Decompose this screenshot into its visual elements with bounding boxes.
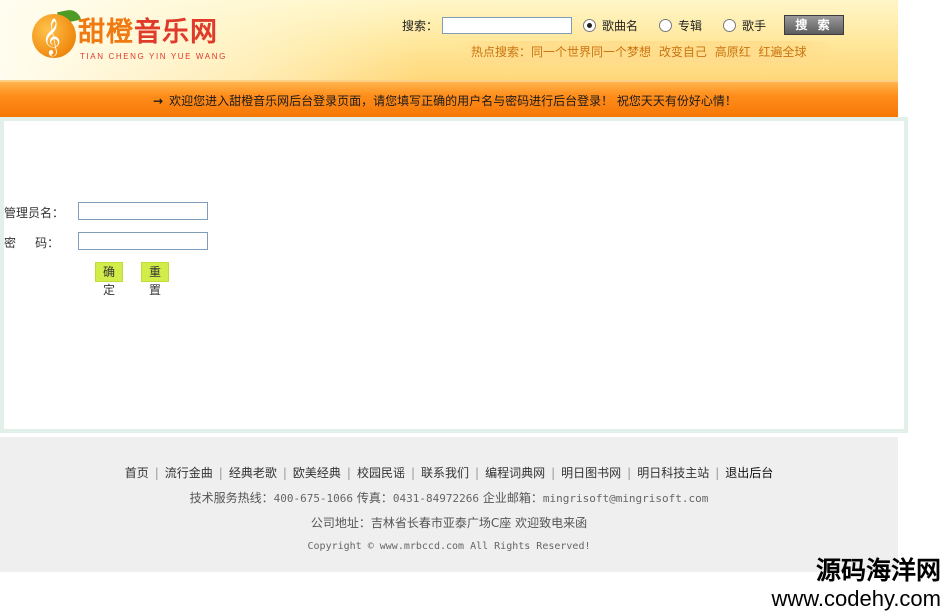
hot-search: 热点搜索：同一个世界同一个梦想 改变自己 高原红 红遍全球	[456, 41, 836, 63]
email-link[interactable]: mingrisoft@mingrisoft.com	[543, 492, 709, 505]
search-bar: 搜索： 歌曲名 专辑 歌手	[402, 15, 766, 35]
footer-link-logout[interactable]: 退出后台	[725, 466, 773, 480]
radio-singer-label: 歌手	[742, 18, 767, 33]
copyright-line: Copyright © www.mrbccd.com All Rights Re…	[307, 541, 591, 552]
footer-link-books[interactable]: 明日图书网	[561, 466, 621, 480]
hot-link-1[interactable]: 同一个世界同一个梦想	[531, 45, 651, 59]
footer-nav: 首页 | 流行金曲 | 经典老歌 | 欧美经典 | 校园民谣 | 联系我们 | 编程词典网 | 明日图书网 |…	[124, 466, 774, 480]
radio-album[interactable]	[659, 18, 673, 32]
logo-pinyin: TIAN CHENG YIN YUE WANG	[80, 52, 227, 61]
footer-link-home[interactable]: 首页	[125, 466, 149, 480]
watermark-url: www.codehy.com	[771, 586, 941, 611]
password-label: 密 码：	[4, 236, 60, 250]
footer-link-western[interactable]: 欧美经典	[293, 466, 341, 480]
hot-search-label: 热点搜索：	[471, 45, 532, 59]
header: 𝄞 甜橙音乐网 TIAN CHENG YIN YUE WANG 搜索： 歌曲名 …	[0, 0, 898, 80]
footer-link-pop[interactable]: 流行金曲	[165, 466, 213, 480]
radio-singer[interactable]	[723, 18, 737, 32]
welcome-text: 欢迎您进入甜橙音乐网后台登录页面，请您填写正确的用户名与密码进行后台登录！ 祝您…	[169, 94, 737, 108]
arrow-right-icon: →	[153, 94, 164, 108]
footer-link-campus[interactable]: 校园民谣	[357, 466, 405, 480]
fax-number: 0431-84972266	[392, 492, 479, 505]
hotline-number: 400-675-1066	[273, 492, 354, 505]
reset-button[interactable]: 重置	[141, 262, 169, 297]
submit-button[interactable]: 确定	[95, 262, 123, 297]
hot-link-2[interactable]: 改变自己	[659, 45, 707, 59]
site-logo[interactable]: 𝄞 甜橙音乐网 TIAN CHENG YIN YUE WANG	[30, 7, 230, 68]
password-field[interactable]	[78, 232, 208, 250]
address-line: 公司地址：吉林省长春市亚泰广场C座 欢迎致电来函	[310, 516, 588, 530]
footer-link-contact[interactable]: 联系我们	[421, 466, 469, 480]
hot-link-3[interactable]: 高原红	[715, 45, 751, 59]
contact-line: 技术服务热线：400-675-1066 传真：0431-84972266 企业邮…	[189, 491, 709, 505]
search-button[interactable]: 搜 索	[784, 15, 844, 35]
footer: 首页 | 流行金曲 | 经典老歌 | 欧美经典 | 校园民谣 | 联系我们 | 编程词典网 | 明日图书网 |…	[0, 437, 898, 572]
watermark: 源码海洋网 www.codehy.com	[771, 556, 941, 612]
logo-title: 甜橙音乐网	[78, 17, 218, 48]
radio-song-name-label: 歌曲名	[602, 18, 639, 33]
treble-clef-icon: 𝄞	[42, 17, 61, 55]
welcome-notice-bar: → 欢迎您进入甜橙音乐网后台登录页面，请您填写正确的用户名与密码进行后台登录！ 祝…	[0, 80, 898, 117]
watermark-cn: 源码海洋网	[815, 556, 941, 585]
radio-album-label: 专辑	[678, 18, 703, 33]
hot-link-4[interactable]: 红遍全球	[759, 45, 807, 59]
footer-link-dictionary[interactable]: 编程词典网	[485, 466, 545, 480]
radio-song-name[interactable]	[583, 18, 597, 32]
search-label: 搜索：	[402, 18, 439, 33]
footer-link-main-site[interactable]: 明日科技主站	[637, 466, 709, 480]
login-panel: 管理员名： 密 码： 确定 重置	[0, 117, 908, 433]
username-field[interactable]	[78, 202, 208, 220]
username-label: 管理员名：	[4, 206, 65, 220]
footer-link-classic[interactable]: 经典老歌	[229, 466, 277, 480]
search-input[interactable]	[442, 16, 573, 34]
